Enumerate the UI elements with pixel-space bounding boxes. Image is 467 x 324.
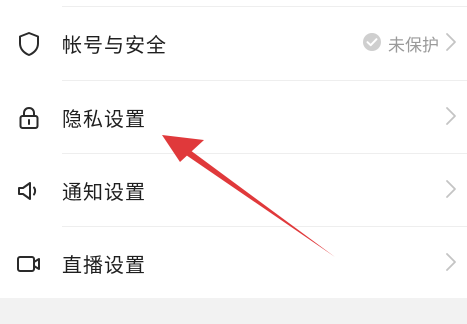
settings-item-account-security[interactable]: 帐号与安全 未保护 (0, 7, 467, 80)
item-trailing (445, 106, 457, 130)
item-trailing: 未保护 (362, 31, 457, 56)
lock-icon (14, 103, 44, 133)
protection-status: 未保护 (388, 36, 439, 56)
shield-icon (14, 29, 44, 59)
settings-item-label: 隐私设置 (62, 107, 146, 131)
settings-item-privacy[interactable]: 隐私设置 (0, 81, 467, 154)
check-circle-icon (362, 32, 382, 56)
settings-item-notifications[interactable]: 通知设置 (0, 154, 467, 227)
section-gap (0, 298, 467, 324)
settings-item-label: 直播设置 (62, 253, 146, 277)
speaker-icon (14, 176, 44, 206)
item-trailing (445, 179, 457, 203)
item-trailing (445, 252, 457, 276)
chevron-right-icon (445, 32, 457, 56)
settings-item-live-stream[interactable]: 直播设置 (0, 227, 467, 300)
chevron-right-icon (445, 106, 457, 130)
settings-item-label: 帐号与安全 (62, 33, 167, 57)
settings-item-label: 通知设置 (62, 180, 146, 204)
chevron-right-icon (445, 179, 457, 203)
video-camera-icon (14, 249, 44, 279)
chevron-right-icon (445, 252, 457, 276)
